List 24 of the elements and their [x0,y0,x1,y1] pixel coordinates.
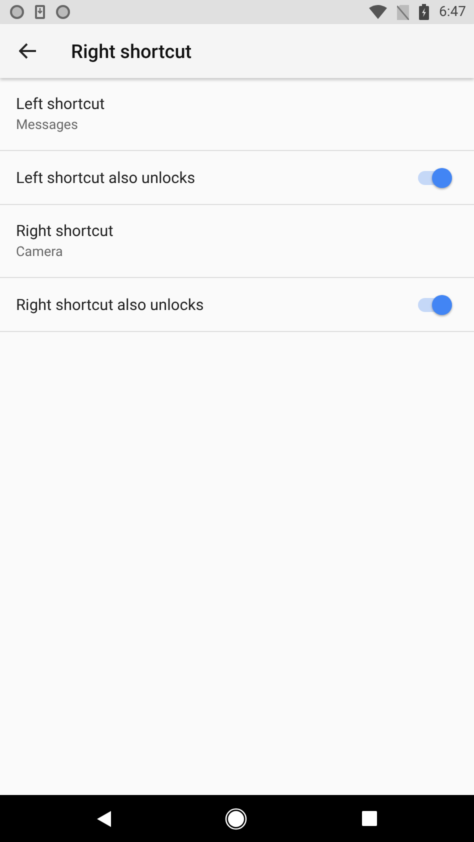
home-nav-icon[interactable] [225,808,248,830]
setting-row[interactable]: Right shortcut also unlocks [0,278,474,332]
recents-nav-icon[interactable] [362,811,377,826]
notification-icon [56,5,70,19]
setting-summary: Camera [16,244,64,260]
setting-title: Right shortcut also unlocks [16,296,205,314]
download-icon [34,4,46,20]
back-nav-icon[interactable] [97,810,112,826]
toggle-switch[interactable] [418,298,452,312]
setting-row[interactable]: Left shortcut Messages [0,78,474,151]
status-time: 6:47 [439,4,466,20]
setting-title: Left shortcut [16,95,106,113]
no-sim-icon [397,4,409,20]
back-arrow-icon [19,43,37,59]
setting-summary: Messages [16,117,79,133]
notification-icon [10,5,24,19]
setting-row[interactable]: Left shortcut also unlocks [0,151,474,205]
setting-title: Right shortcut [16,222,114,240]
toggle-switch[interactable] [418,170,452,184]
setting-row[interactable]: Right shortcut Camera [0,205,474,278]
setting-title: Left shortcut also unlocks [16,168,196,186]
wifi-icon [369,5,387,19]
screen-title: Right shortcut [71,40,192,62]
battery-charging-icon [419,4,429,20]
